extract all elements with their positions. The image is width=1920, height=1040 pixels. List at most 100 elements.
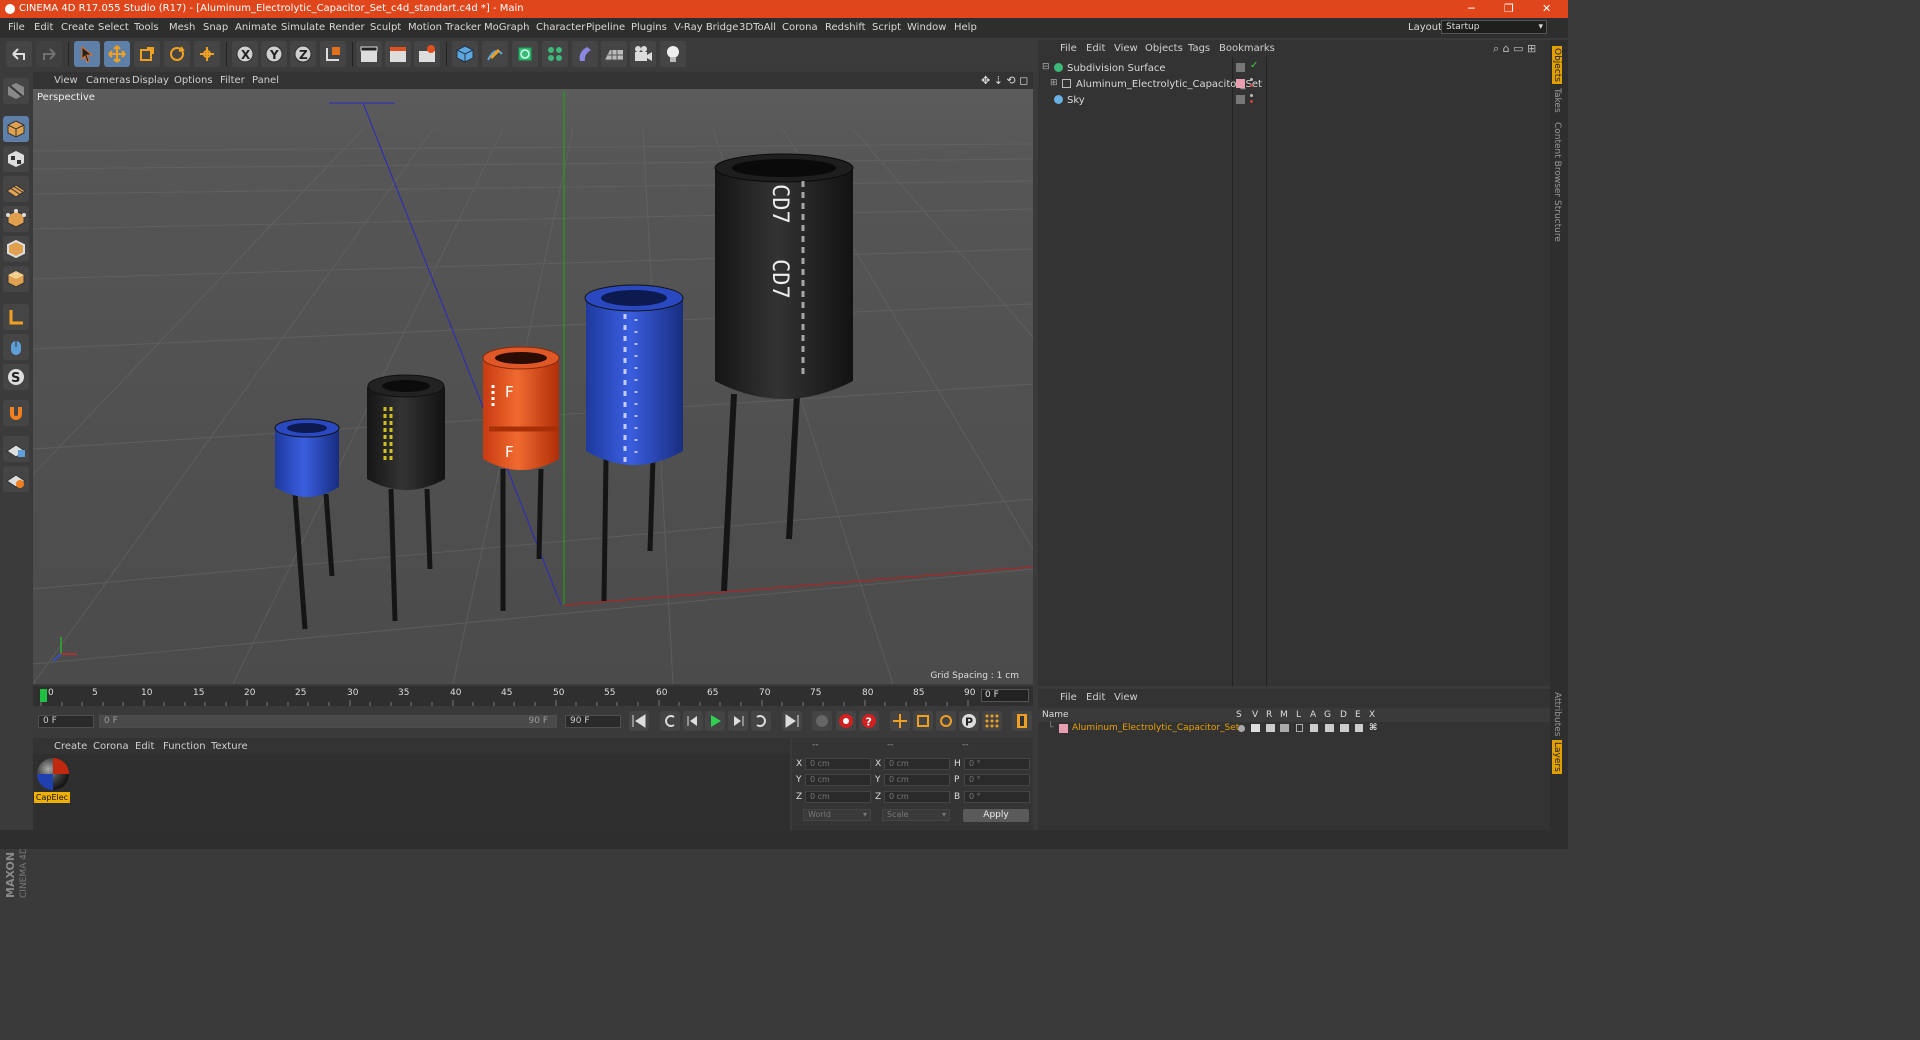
menu-vray-bridge[interactable]: V-Ray Bridge (674, 22, 738, 33)
redo-button[interactable] (36, 41, 62, 67)
visibility-dot-icon[interactable] (1250, 78, 1253, 81)
z-axis-lock-button[interactable]: Z (290, 41, 316, 67)
x-axis-lock-button[interactable]: X (232, 41, 258, 67)
tab-takes[interactable]: Takes (1552, 88, 1562, 113)
transform-tool-button[interactable] (194, 41, 220, 67)
material-menu-create[interactable]: Create (54, 741, 87, 752)
layer-menu-edit[interactable]: Edit (1086, 692, 1105, 703)
object-row-subdivision-surface[interactable]: ⊟ Subdivision Surface ✓ (1038, 60, 1550, 76)
menu-snap[interactable]: Snap (203, 22, 228, 33)
tab-attributes[interactable]: Attributes (1552, 692, 1562, 736)
key-position-button[interactable] (890, 711, 910, 731)
planar-workplane-button[interactable] (3, 466, 29, 492)
size-y-field[interactable]: 0 cm (884, 774, 950, 786)
render-to-picture-viewer-button[interactable] (385, 41, 411, 67)
menu-help[interactable]: Help (954, 22, 977, 33)
rotation-p-field[interactable]: 0 ° (964, 774, 1030, 786)
menu-simulate[interactable]: Simulate (281, 22, 325, 33)
collapse-icon[interactable]: ⊟ (1042, 62, 1050, 72)
mograph-cloner-button[interactable] (542, 41, 568, 67)
minimize-button[interactable]: ─ (1468, 2, 1475, 15)
edges-mode-button[interactable] (3, 236, 29, 262)
expression-icon[interactable] (1355, 724, 1363, 732)
start-frame-field[interactable]: 0 F (38, 715, 94, 728)
polygons-mode-button[interactable] (3, 266, 29, 292)
y-axis-lock-button[interactable]: Y (261, 41, 287, 67)
material-capelec[interactable]: CapElec (33, 754, 73, 806)
coordinate-system-button[interactable] (320, 41, 346, 67)
object-menu-objects[interactable]: Objects (1145, 43, 1183, 54)
render-dot-icon[interactable] (1250, 100, 1253, 103)
viewport-menu-options[interactable]: Options (174, 75, 213, 86)
3d-viewport[interactable]: F F CD7 CD7 Perspective Grid Spacing: 1… (33, 89, 1033, 684)
layer-menu-view[interactable]: View (1114, 692, 1138, 703)
autokey-button[interactable]: ? (859, 711, 879, 731)
keyframe-selection-button[interactable] (812, 711, 832, 731)
layer-row-capacitor-set[interactable]: └ Aluminum_Electrolytic_Capacitor_Set ⌘ (1038, 722, 1550, 736)
key-parameter-button[interactable]: P (959, 711, 979, 731)
position-z-field[interactable]: 0 cm (805, 791, 871, 803)
make-editable-button[interactable] (3, 78, 29, 104)
material-menu-edit[interactable]: Edit (135, 741, 154, 752)
object-menu-file[interactable]: File (1060, 43, 1077, 54)
snap-button[interactable]: S (3, 364, 29, 390)
object-menu-tags[interactable]: Tags (1188, 43, 1210, 54)
subdivision-surface-button[interactable] (512, 41, 538, 67)
menu-mograph[interactable]: MoGraph (484, 22, 529, 33)
menu-script[interactable]: Script (872, 22, 901, 33)
menu-pipeline[interactable]: Pipeline (586, 22, 625, 33)
lock-icon[interactable] (1296, 724, 1303, 732)
move-tool-button[interactable] (104, 41, 130, 67)
next-frame-button[interactable] (728, 711, 748, 731)
viewport-menu-filter[interactable]: Filter (220, 75, 245, 86)
select-tool-button[interactable] (74, 41, 100, 67)
position-x-field[interactable]: 0 cm (805, 758, 871, 770)
animation-icon[interactable] (1310, 724, 1318, 732)
menu-edit[interactable]: Edit (34, 22, 53, 33)
menu-animate[interactable]: Animate (235, 22, 277, 33)
camera-button[interactable] (630, 41, 656, 67)
light-button[interactable] (660, 41, 686, 67)
object-manager-tool-icons[interactable]: ⌕ ⌂ ▭ ⊞ (1493, 42, 1536, 56)
floor-environment-button[interactable] (601, 41, 627, 67)
menu-motion-tracker[interactable]: Motion Tracker (408, 22, 481, 33)
view-eye-icon[interactable] (1251, 724, 1260, 732)
go-to-start-button[interactable] (629, 711, 649, 731)
material-menu-texture[interactable]: Texture (211, 741, 248, 752)
tweak-mode-button[interactable] (3, 334, 29, 360)
tab-content-browser[interactable]: Content Browser (1552, 122, 1562, 197)
menu-render[interactable]: Render (329, 22, 365, 33)
menu-sculpt[interactable]: Sculpt (370, 22, 401, 33)
previous-frame-button[interactable] (683, 711, 703, 731)
position-y-field[interactable]: 0 cm (805, 774, 871, 786)
deformer-button[interactable] (572, 41, 598, 67)
menu-redshift[interactable]: Redshift (825, 22, 866, 33)
layer-color-icon[interactable] (1236, 79, 1245, 88)
render-camera-icon[interactable] (1266, 724, 1275, 732)
object-menu-view[interactable]: View (1114, 43, 1138, 54)
layer-tag-icon[interactable] (1236, 63, 1245, 72)
solo-toggle-icon[interactable] (1238, 725, 1245, 732)
viewport-menu-cameras[interactable]: Cameras (86, 75, 130, 86)
layer-menu-file[interactable]: File (1060, 692, 1077, 703)
expand-icon[interactable]: ⊞ (1050, 78, 1058, 88)
viewport-menu-display[interactable]: Display (132, 75, 169, 86)
model-mode-button[interactable] (3, 116, 29, 142)
xref-icon[interactable]: ⌘ (1369, 723, 1377, 733)
menu-create[interactable]: Create (61, 22, 94, 33)
generator-icon[interactable] (1325, 724, 1334, 732)
axis-mode-button[interactable] (3, 304, 29, 330)
enabled-check-icon[interactable]: ✓ (1250, 60, 1258, 71)
timeline-ruler[interactable]: 0 5 10 15 20 25 30 35 40 45 50 55 60 65 … (33, 686, 1033, 706)
material-menu-function[interactable]: Function (163, 741, 206, 752)
record-button[interactable] (836, 711, 856, 731)
maximize-button[interactable]: ❐ (1504, 2, 1514, 15)
previous-key-button[interactable] (660, 711, 680, 731)
layer-tag-icon[interactable] (1236, 95, 1245, 104)
spline-pen-button[interactable] (482, 41, 508, 67)
deformer-icon[interactable] (1340, 724, 1349, 732)
timeline-window-button[interactable] (1012, 711, 1032, 731)
size-x-field[interactable]: 0 cm (884, 758, 950, 770)
end-frame-field[interactable]: 90 F (565, 715, 621, 728)
object-row-capacitor-set[interactable]: ⊞ Aluminum_Electrolytic_Capacitor_Set (1038, 76, 1550, 92)
